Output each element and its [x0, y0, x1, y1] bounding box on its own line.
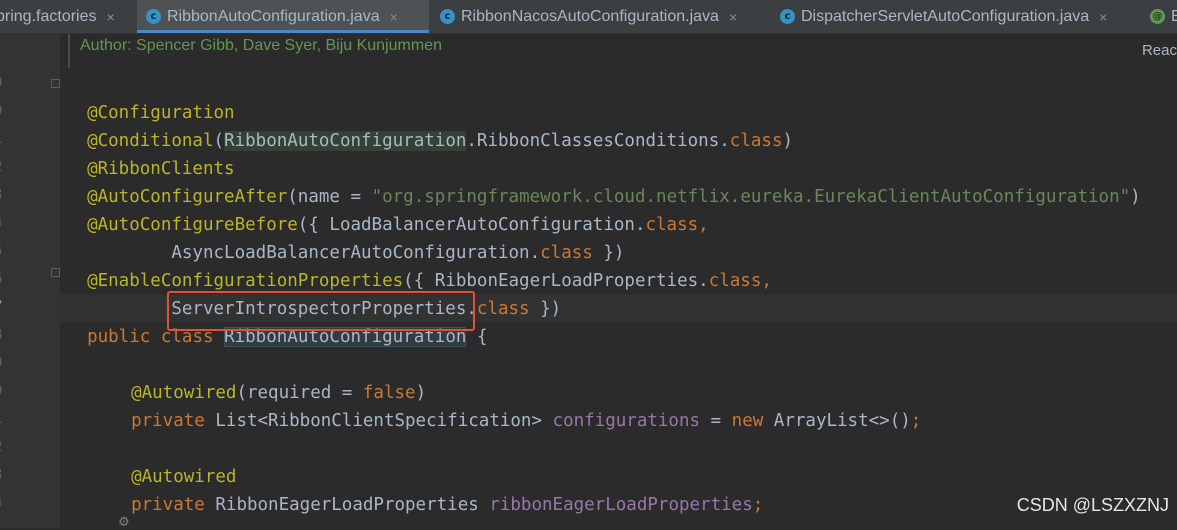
reader-mode-toggle[interactable]: Reac [1142, 42, 1177, 59]
line-number: 4 [0, 495, 8, 511]
tab-overflow[interactable]: E [1143, 0, 1177, 33]
close-icon[interactable]: × [1099, 9, 1107, 25]
line-number: 3 [0, 187, 8, 203]
close-icon[interactable]: × [729, 9, 737, 25]
highlight-annotation-box [167, 291, 475, 331]
line-number: 1 [0, 131, 8, 147]
code-text: .RibbonClassesConditions. [466, 131, 730, 151]
keyword-token: public [87, 327, 151, 347]
tab-label: RibbonNacosAutoConfiguration.java [461, 7, 719, 25]
line-number: 7 [0, 299, 8, 315]
fold-marker-icon[interactable] [51, 79, 60, 88]
tab-dispatcher-servlet-auto-configuration[interactable]: DispatcherServletAutoConfiguration.java … [771, 0, 1141, 33]
fold-marker-icon[interactable] [51, 268, 60, 277]
field-token: configurations [552, 411, 701, 431]
class-name-token: RibbonAutoConfiguration [224, 131, 467, 151]
line-number: 5 [0, 243, 8, 259]
keyword-token: new [731, 411, 764, 431]
tab-ribbon-nacos-auto-configuration[interactable]: RibbonNacosAutoConfiguration.java × [431, 0, 769, 33]
tab-ribbon-auto-configuration[interactable]: RibbonAutoConfiguration.java × [137, 0, 429, 33]
doc-comment: Author: Spencer Gibb, Dave Syer, Biju Ku… [80, 37, 442, 54]
class-icon [780, 9, 795, 24]
field-token: ribbonEagerLoadProperties [489, 495, 753, 515]
code-text: , [698, 215, 709, 235]
keyword-token: private [131, 495, 205, 515]
annotation-icon [1150, 9, 1165, 24]
line-number: 6 [0, 271, 8, 287]
line-number: 3 [0, 467, 8, 483]
code-text: ) [782, 131, 794, 151]
line-number: 0 [0, 103, 8, 119]
tab-label: DispatcherServletAutoConfiguration.java [801, 7, 1090, 25]
line-number: 8 [0, 327, 8, 343]
code-text: ; [910, 411, 922, 431]
line-number: 2 [0, 439, 8, 455]
code-text: }) [529, 299, 562, 319]
watermark: CSDN @LSZXZNJ [1016, 495, 1169, 515]
line-number: 0 [0, 383, 8, 399]
keyword-token: class [645, 215, 699, 235]
line-number: 1 [0, 411, 8, 427]
tab-label: pring.factories [0, 7, 97, 25]
class-icon [146, 9, 161, 24]
line-number: 4 [0, 215, 8, 231]
close-icon[interactable]: × [390, 9, 398, 25]
tab-label: RibbonAutoConfiguration.java [167, 7, 380, 25]
keyword-token: private [131, 411, 205, 431]
editor-tab-bar: pring.factories × RibbonAutoConfiguratio… [0, 0, 1177, 34]
tab-spring-factories[interactable]: pring.factories × [0, 0, 134, 33]
code-text: , [761, 271, 772, 291]
line-number: 9 [0, 75, 8, 91]
code-text: ArrayList<>() [763, 411, 911, 431]
keyword-token: class [708, 271, 762, 291]
keyword-token: class [729, 131, 783, 151]
close-icon[interactable]: × [107, 9, 115, 25]
code-line[interactable]: private List<RibbonClientSpecification> … [110, 379, 921, 435]
code-text: RibbonEagerLoadProperties [204, 495, 490, 515]
line-number-gutter[interactable]: 9 0 1 2 3 4 5 6 7 8 9 0 1 2 3 4 [0, 34, 60, 528]
doc-comment-bar [68, 34, 70, 68]
class-icon [440, 9, 455, 24]
line-number: 9 [0, 355, 8, 371]
line-number: 2 [0, 159, 8, 175]
code-text: = [700, 411, 732, 431]
code-line[interactable]: private RibbonEagerLoadProperties ribbon… [110, 463, 763, 519]
code-text: ; [752, 495, 764, 515]
code-text: List<RibbonClientSpecification> [204, 411, 553, 431]
tab-label: E [1171, 8, 1177, 26]
code-text: ) [1130, 187, 1141, 207]
